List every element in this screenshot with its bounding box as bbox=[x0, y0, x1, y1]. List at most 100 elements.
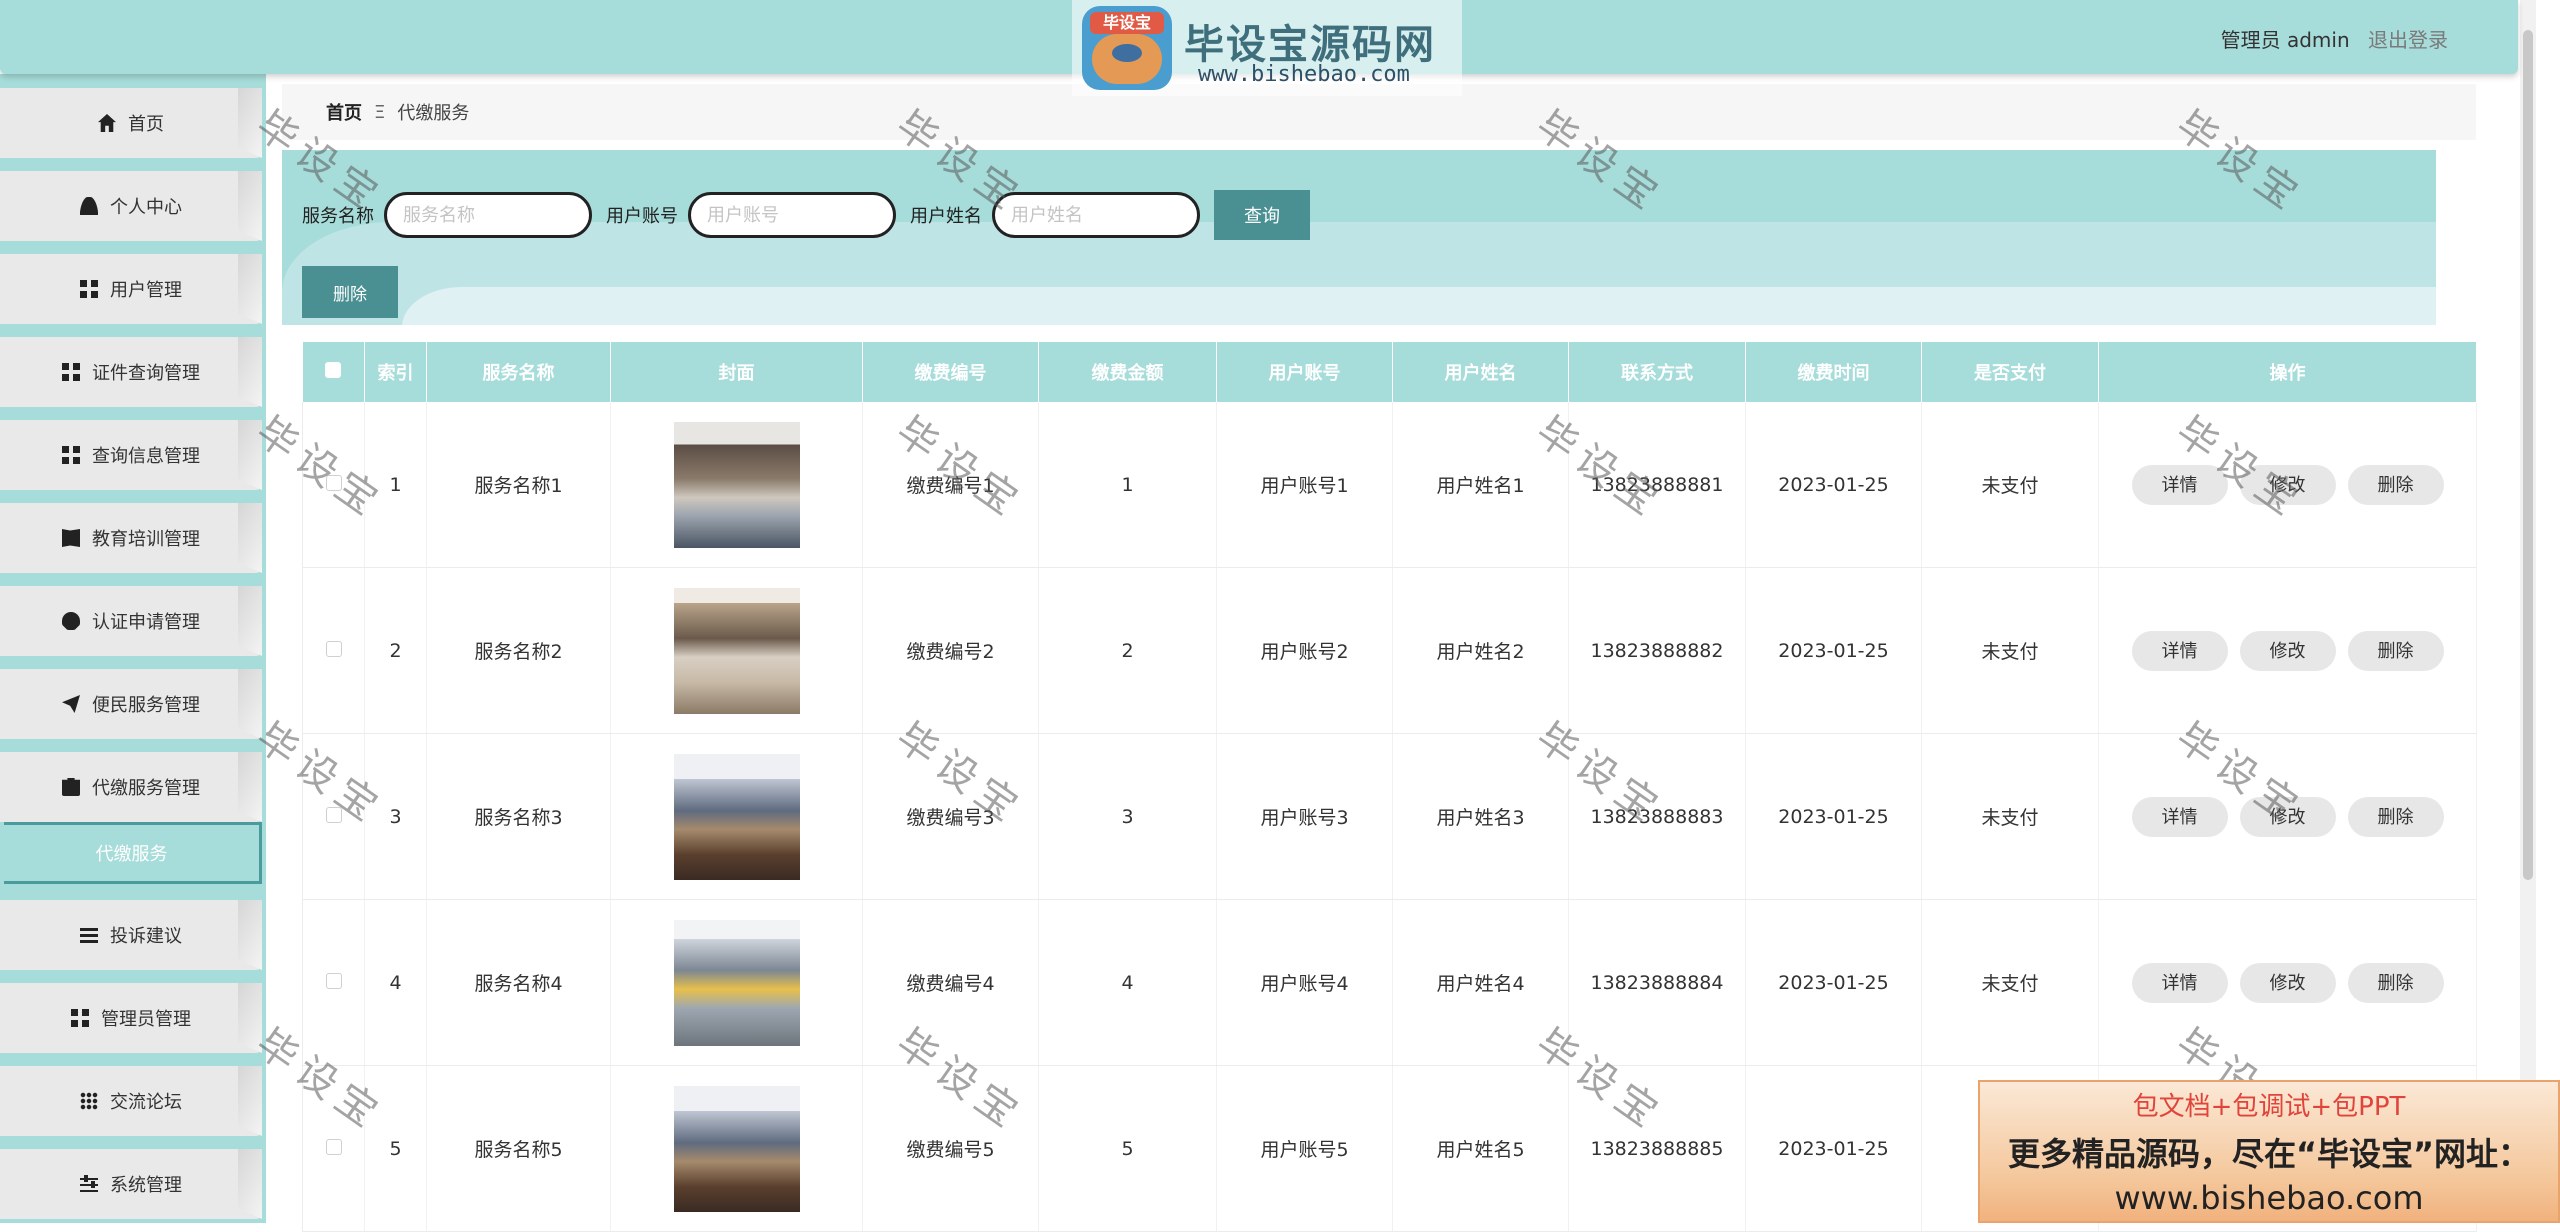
batch-delete-button[interactable]: 删除 bbox=[302, 266, 398, 318]
cell-fee-number: 缴费编号1 bbox=[862, 402, 1039, 568]
cell-user-name: 用户姓名5 bbox=[1392, 1065, 1569, 1232]
cell-payment-time: 2023-01-25 bbox=[1745, 733, 1922, 900]
detail-button[interactable]: 详情 bbox=[2131, 796, 2228, 837]
user-icon bbox=[80, 197, 98, 215]
cell-index: 5 bbox=[364, 1065, 427, 1232]
promo-line-1: 包文档+包调试+包PPT bbox=[2132, 1092, 2406, 1122]
edit-button[interactable]: 修改 bbox=[2239, 630, 2336, 671]
cell-phone: 13823888885 bbox=[1568, 1065, 1746, 1232]
cell-cover bbox=[610, 899, 863, 1066]
cover-image bbox=[673, 1085, 800, 1212]
row-checkbox[interactable] bbox=[325, 474, 342, 491]
plane-icon bbox=[62, 695, 80, 713]
sidebar-item-certificate-query[interactable]: 证件查询管理 bbox=[0, 337, 262, 407]
sidebar-item-complaints[interactable]: 投诉建议 bbox=[0, 900, 262, 970]
cell-amount: 2 bbox=[1038, 567, 1217, 734]
user-account-input[interactable] bbox=[688, 192, 896, 238]
sidebar-item-label: 用户管理 bbox=[110, 280, 182, 301]
cover-image bbox=[673, 753, 800, 880]
sidebar-item-home[interactable]: 首页 bbox=[0, 88, 262, 158]
col-header: 缴费金额 bbox=[1038, 342, 1217, 402]
sidebar-item-forum[interactable]: 交流论坛 bbox=[0, 1066, 262, 1136]
cell-amount: 3 bbox=[1038, 733, 1217, 900]
sidebar-item-personal-center[interactable]: 个人中心 bbox=[0, 171, 262, 241]
cell-fee-number: 缴费编号3 bbox=[862, 733, 1039, 900]
edit-button[interactable]: 修改 bbox=[2239, 796, 2336, 837]
logo-mascot-icon: 毕设宝 bbox=[1082, 6, 1172, 90]
row-checkbox[interactable] bbox=[325, 806, 342, 823]
sidebar-item-label: 投诉建议 bbox=[110, 926, 182, 947]
cell-fee-number: 缴费编号5 bbox=[862, 1065, 1039, 1232]
cell-payment-time: 2023-01-25 bbox=[1745, 1065, 1922, 1232]
delete-button[interactable]: 删除 bbox=[2347, 962, 2444, 1003]
sidebar-item-payment-service-management[interactable]: 代缴服务管理 bbox=[0, 752, 262, 822]
row-select-cell[interactable] bbox=[302, 402, 365, 568]
sidebar-item-certification-apply[interactable]: 认证申请管理 bbox=[0, 586, 262, 656]
row-select-cell[interactable] bbox=[302, 733, 365, 900]
user-info: 管理员 admin 退出登录 bbox=[2221, 24, 2448, 53]
cell-service-name: 服务名称4 bbox=[426, 899, 611, 1066]
cell-payment-time: 2023-01-25 bbox=[1745, 567, 1922, 734]
row-select-cell[interactable] bbox=[302, 1065, 365, 1232]
sidebar-item-education-training[interactable]: 教育培训管理 bbox=[0, 503, 262, 573]
breadcrumb-home[interactable]: 首页 bbox=[326, 99, 362, 125]
sidebar-item-system-management[interactable]: 系统管理 bbox=[0, 1149, 262, 1219]
sidebar-item-label: 首页 bbox=[128, 114, 164, 135]
sidebar-item-convenience-service[interactable]: 便民服务管理 bbox=[0, 669, 262, 739]
sidebar-item-user-management[interactable]: 用户管理 bbox=[0, 254, 262, 324]
query-button[interactable]: 查询 bbox=[1214, 190, 1310, 240]
col-header: 操作 bbox=[2098, 342, 2477, 402]
list-icon bbox=[80, 926, 98, 944]
cell-actions: 详情修改删除 bbox=[2098, 733, 2477, 900]
detail-button[interactable]: 详情 bbox=[2131, 630, 2228, 671]
col-header: 用户账号 bbox=[1216, 342, 1393, 402]
cell-index: 4 bbox=[364, 899, 427, 1066]
cell-cover bbox=[610, 402, 863, 568]
row-checkbox[interactable] bbox=[325, 1138, 342, 1155]
row-select-cell[interactable] bbox=[302, 899, 365, 1066]
table-row: 3 服务名称3 缴费编号3 3 用户账号3 用户姓名3 13823888883 2023-01… bbox=[302, 733, 2477, 900]
detail-button[interactable]: 详情 bbox=[2131, 962, 2228, 1003]
scrollbar-thumb[interactable] bbox=[2523, 30, 2533, 880]
row-checkbox[interactable] bbox=[325, 972, 342, 989]
cell-cover bbox=[610, 567, 863, 734]
promo-banner[interactable]: 包文档+包调试+包PPT 更多精品源码，尽在“毕设宝”网址： www.bishe… bbox=[1978, 1080, 2560, 1223]
cell-actions: 详情修改删除 bbox=[2098, 402, 2477, 568]
edit-button[interactable]: 修改 bbox=[2239, 464, 2336, 505]
book-icon bbox=[62, 529, 80, 547]
col-header: 联系方式 bbox=[1568, 342, 1746, 402]
delete-button[interactable]: 删除 bbox=[2347, 464, 2444, 505]
select-all-cell[interactable] bbox=[302, 342, 365, 402]
row-checkbox[interactable] bbox=[325, 640, 342, 657]
cell-user-account: 用户账号1 bbox=[1216, 402, 1393, 568]
sidebar-item-label: 代缴服务 bbox=[95, 844, 168, 865]
row-select-cell[interactable] bbox=[302, 567, 365, 734]
cell-index: 3 bbox=[364, 733, 427, 900]
sidebar-subitem-payment-service[interactable]: 代缴服务 bbox=[4, 822, 262, 884]
sidebar-item-label: 代缴服务管理 bbox=[92, 778, 200, 799]
cover-image bbox=[673, 587, 800, 714]
edit-button[interactable]: 修改 bbox=[2239, 962, 2336, 1003]
service-name-label: 服务名称 bbox=[302, 206, 374, 227]
sidebar-item-label: 认证申请管理 bbox=[92, 612, 200, 633]
sidebar-item-query-info[interactable]: 查询信息管理 bbox=[0, 420, 262, 490]
cell-paid-status: 未支付 bbox=[1921, 733, 2099, 900]
grid-icon bbox=[71, 1009, 89, 1027]
delete-button[interactable]: 删除 bbox=[2347, 796, 2444, 837]
cell-service-name: 服务名称5 bbox=[426, 1065, 611, 1232]
delete-button[interactable]: 删除 bbox=[2347, 630, 2444, 671]
user-name-input[interactable] bbox=[992, 192, 1200, 238]
search-panel: 服务名称 用户账号 用户姓名 查询 bbox=[282, 150, 2436, 325]
page-scrollbar[interactable] bbox=[2520, 0, 2536, 1223]
cell-payment-time: 2023-01-25 bbox=[1745, 899, 1922, 1066]
service-name-input[interactable] bbox=[384, 192, 592, 238]
cell-cover bbox=[610, 1065, 863, 1232]
select-all-checkbox[interactable] bbox=[325, 361, 342, 378]
cell-cover bbox=[610, 733, 863, 900]
detail-button[interactable]: 详情 bbox=[2131, 464, 2228, 505]
logout-link[interactable]: 退出登录 bbox=[2368, 28, 2448, 52]
cell-actions: 详情修改删除 bbox=[2098, 899, 2477, 1066]
table-row: 4 服务名称4 缴费编号4 4 用户账号4 用户姓名4 13823888884 2023-01… bbox=[302, 899, 2477, 1066]
sidebar-item-admin-management[interactable]: 管理员管理 bbox=[0, 983, 262, 1053]
col-header: 缴费时间 bbox=[1745, 342, 1922, 402]
